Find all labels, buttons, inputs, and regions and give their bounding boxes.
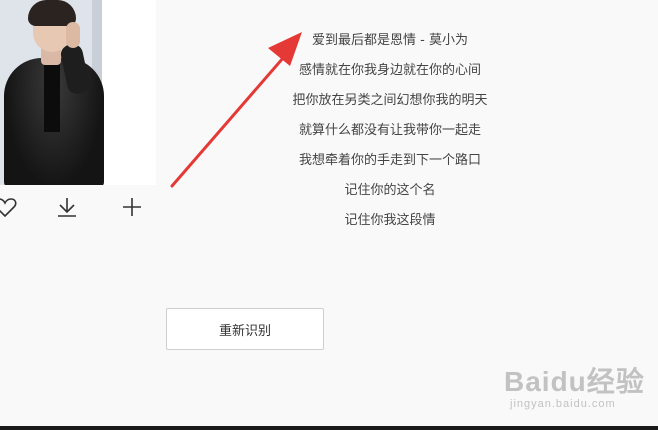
lyrics-line: 就算什么都没有让我带你一起走 (298, 123, 481, 138)
cover-person-shirt (44, 62, 60, 132)
bottom-bar (0, 426, 658, 430)
download-button[interactable] (54, 194, 80, 220)
plus-icon (123, 198, 141, 216)
cover-person-hand (66, 22, 80, 48)
reidentify-button-label: 重新识别 (218, 323, 271, 339)
lyrics-line: 记住你我这段情 (344, 213, 436, 228)
watermark-brand: Baidu经验 (504, 366, 645, 397)
watermark-url: jingyan.baidu.com (510, 398, 616, 410)
like-button[interactable] (0, 194, 18, 220)
lyrics-line: 记住你的这个名 (344, 183, 436, 198)
reidentify-button[interactable]: 重新识别 (166, 308, 324, 350)
lyrics-panel: 爱到最后都是恩情 - 莫小为 感情就在你我身边就在你的心间 把你放在另类之间幻想… (270, 26, 510, 236)
download-icon (58, 198, 76, 217)
lyrics-line: 把你放在另类之间幻想你我的明天 (292, 93, 488, 108)
heart-icon (0, 198, 17, 218)
add-button[interactable] (119, 194, 145, 220)
lyrics-line: 感情就在你我身边就在你的心间 (298, 63, 481, 78)
album-cover (0, 0, 156, 185)
lyrics-title-line: 爱到最后都是恩情 - 莫小为 (312, 33, 468, 48)
cover-panel (100, 0, 156, 185)
lyrics-line: 我想牵着你的手走到下一个路口 (298, 153, 481, 168)
watermark: Baidu经验 jingyan.baidu.com (504, 360, 654, 416)
